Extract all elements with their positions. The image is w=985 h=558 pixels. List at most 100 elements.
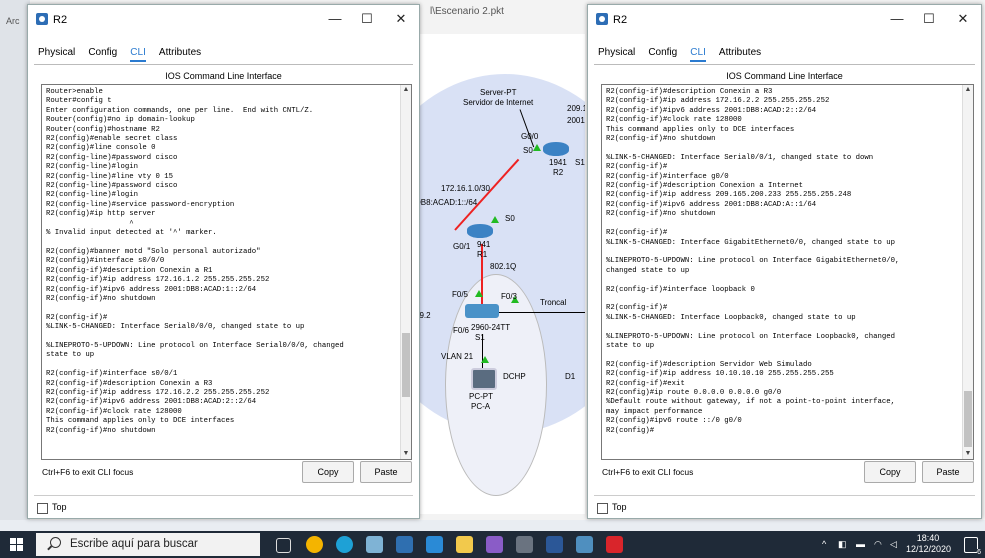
s1-label: S1 <box>575 158 585 167</box>
visual-studio-icon[interactable] <box>486 536 503 553</box>
tray-network-icon[interactable]: ◧ <box>838 539 847 550</box>
server-label: Server-PT <box>480 88 517 97</box>
clock-date: 12/12/2020 <box>906 544 952 554</box>
cli-header: IOS Command Line Interface <box>726 71 843 81</box>
r2-label: R2 <box>553 168 564 177</box>
d1-label: D1 <box>565 372 576 381</box>
scroll-up-icon[interactable]: ▲ <box>401 85 411 95</box>
top-checkbox[interactable] <box>37 503 48 514</box>
notification-count: 6 <box>977 549 981 556</box>
scroll-thumb[interactable] <box>964 391 972 447</box>
net-172-label: 172.16.1.0/30 <box>441 184 490 193</box>
copy-button[interactable]: Copy <box>302 461 354 483</box>
cli-output[interactable]: Router>enable Router#config t Enter conf… <box>46 88 344 436</box>
calculator-icon[interactable] <box>516 536 533 553</box>
search-icon <box>50 537 61 548</box>
minimize-button[interactable]: — <box>323 10 347 28</box>
router-r2-icon[interactable] <box>543 142 569 156</box>
file-explorer-icon[interactable] <box>456 536 473 553</box>
cli-output[interactable]: R2(config-if)#description Conexin a R3 R… <box>606 88 899 436</box>
search-placeholder: Escribe aquí para buscar <box>70 538 198 550</box>
close-button[interactable]: ✕ <box>389 10 413 28</box>
f03-label: F0/3 <box>501 292 518 301</box>
tray-volume-icon[interactable]: ◁ <box>890 539 897 550</box>
close-button[interactable]: ✕ <box>951 10 975 28</box>
windows-start-icon[interactable] <box>10 538 23 551</box>
ip-2001-label: 2001:D <box>567 116 585 125</box>
ip-209-label: 209.16 <box>567 104 585 113</box>
cli-terminal[interactable]: Router>enable Router#config t Enter conf… <box>41 84 412 460</box>
maximize-button[interactable]: ☐ <box>917 10 941 28</box>
cli-terminal[interactable]: R2(config-if)#description Conexin a R3 R… <box>601 84 974 460</box>
s0-top-label: S0 <box>523 146 533 155</box>
tray-wifi-icon[interactable]: ◠ <box>874 539 882 550</box>
link-status-up-icon <box>475 290 483 297</box>
title-bar[interactable]: R2 — ☐ ✕ <box>28 5 419 35</box>
scroll-thumb[interactable] <box>402 333 410 397</box>
topology-canvas[interactable]: Server-PT Servidor de Internet 209.16 20… <box>415 34 585 514</box>
link-status-up-icon <box>533 144 541 151</box>
device-tabs: Physical Config CLI Attributes <box>598 45 771 63</box>
paste-button[interactable]: Paste <box>360 461 412 483</box>
tray-chevron-icon[interactable]: ^ <box>822 539 826 549</box>
tab-cli[interactable]: CLI <box>690 45 706 62</box>
file-title: l\Escenario 2.pkt <box>430 6 504 17</box>
tab-attributes[interactable]: Attributes <box>159 45 201 60</box>
title-bar[interactable]: R2 — ☐ ✕ <box>588 5 981 35</box>
tab-attributes[interactable]: Attributes <box>719 45 761 60</box>
scroll-down-icon[interactable]: ▼ <box>401 449 411 459</box>
workspace-left-strip: Arc <box>0 0 30 520</box>
cli-scrollbar[interactable]: ▲ ▼ <box>962 85 973 459</box>
minimize-button[interactable]: — <box>885 10 909 28</box>
tab-divider <box>594 64 975 65</box>
top-label: Top <box>52 502 67 512</box>
cli-scrollbar[interactable]: ▲ ▼ <box>400 85 411 459</box>
footer-divider <box>594 495 975 496</box>
mail-icon[interactable] <box>426 536 443 553</box>
maximize-button[interactable]: ☐ <box>355 10 379 28</box>
pc-a-icon[interactable] <box>471 368 497 390</box>
copy-button[interactable]: Copy <box>864 461 916 483</box>
troncal-label: Troncal <box>540 298 567 307</box>
r2-window-left: R2 — ☐ ✕ Physical Config CLI Attributes … <box>27 4 420 519</box>
packet-tracer-icon[interactable] <box>576 536 593 553</box>
link-status-up-icon <box>491 216 499 223</box>
word-icon[interactable] <box>546 536 563 553</box>
tab-cli[interactable]: CLI <box>130 45 146 62</box>
vlan-label: VLAN 21 <box>441 352 474 361</box>
acrobat-icon[interactable] <box>606 536 623 553</box>
top-checkbox[interactable] <box>597 503 608 514</box>
tab-physical[interactable]: Physical <box>38 45 75 60</box>
router-r1-icon[interactable] <box>467 224 493 238</box>
s1b-label: S1 <box>475 333 485 342</box>
packet-tracer-device-icon <box>596 13 608 25</box>
tab-config[interactable]: Config <box>88 45 117 60</box>
window-title: R2 <box>53 14 68 26</box>
tray-clock[interactable]: 18:40 12/12/2020 <box>906 533 952 555</box>
paste-button[interactable]: Paste <box>922 461 974 483</box>
tab-physical[interactable]: Physical <box>598 45 635 60</box>
f06-label: F0/6 <box>453 326 470 335</box>
device-tabs: Physical Config CLI Attributes <box>38 45 211 63</box>
tab-config[interactable]: Config <box>648 45 677 60</box>
notification-center-icon[interactable]: 6 <box>964 537 981 556</box>
task-view-icon[interactable] <box>276 538 291 553</box>
trunk-link[interactable] <box>495 312 585 313</box>
r2-window-right: R2 — ☐ ✕ Physical Config CLI Attributes … <box>587 4 982 519</box>
windows-taskbar: Escribe aquí para buscar ^ ◧ ▬ ◠ ◁ 18:40… <box>0 531 985 558</box>
paint-icon[interactable] <box>366 536 383 553</box>
g01-label: G0/1 <box>453 242 471 251</box>
taskbar-search-input[interactable]: Escribe aquí para buscar <box>36 533 260 556</box>
r941-label: 941 <box>477 240 491 249</box>
edge-icon[interactable] <box>336 536 353 553</box>
router-1941-label: 1941 <box>549 158 567 167</box>
f05-label: F0/5 <box>452 290 469 299</box>
switch-s1-icon[interactable] <box>465 304 499 318</box>
pc-name-label: PC-A <box>471 402 491 411</box>
scroll-up-icon[interactable]: ▲ <box>963 85 973 95</box>
store-icon[interactable] <box>396 536 413 553</box>
chrome-icon[interactable] <box>306 536 323 553</box>
scroll-down-icon[interactable]: ▼ <box>963 449 973 459</box>
server-name-label: Servidor de Internet <box>463 98 534 107</box>
tray-battery-icon[interactable]: ▬ <box>856 539 865 549</box>
